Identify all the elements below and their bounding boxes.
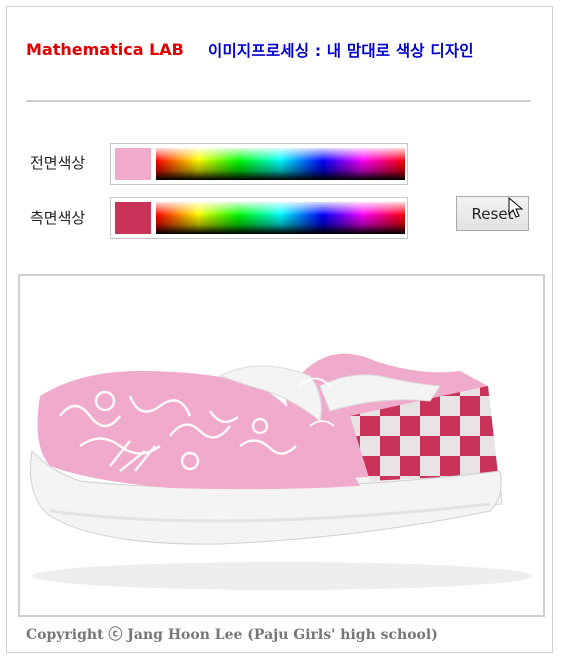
front-color-spectrum[interactable]: [156, 148, 405, 180]
mouse-pointer-icon: [508, 197, 524, 218]
side-color-label: 측면색상: [30, 209, 86, 227]
copyright-text: Copyright ⓒ Jang Hoon Lee (Paju Girls' h…: [26, 627, 438, 643]
front-color-label: 전면색상: [30, 154, 86, 172]
image-canvas: [18, 274, 545, 617]
side-color-picker[interactable]: [110, 197, 408, 239]
side-color-spectrum[interactable]: [156, 202, 405, 234]
side-color-swatch: [115, 202, 151, 234]
front-color-swatch: [115, 148, 151, 180]
slip-on-sneaker-image: [29, 353, 532, 590]
header-divider: [26, 100, 531, 102]
page-title: 이미지프로세싱 : 내 맘대로 색상 디자인: [208, 42, 474, 60]
front-color-picker[interactable]: [110, 143, 408, 185]
brand-label: Mathematica LAB: [26, 40, 184, 59]
